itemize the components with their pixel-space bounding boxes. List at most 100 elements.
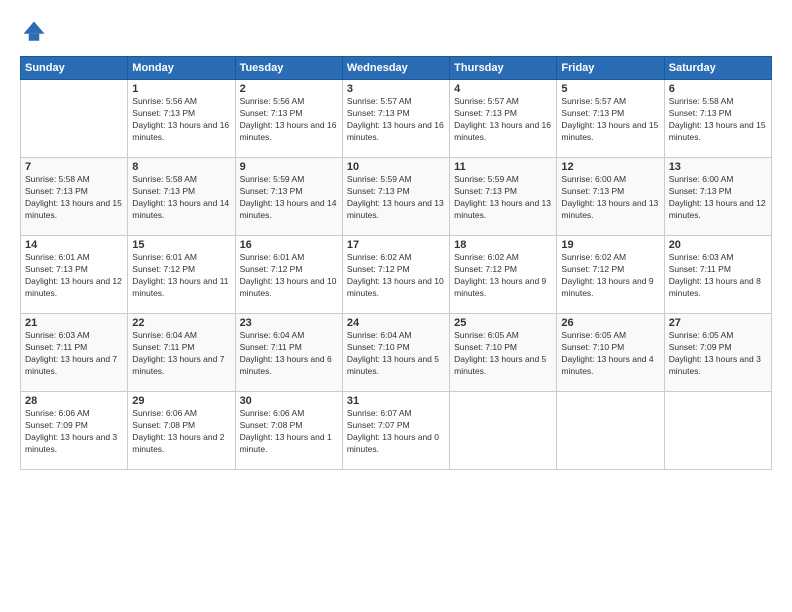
day-number: 28	[25, 395, 123, 407]
day-info: Sunrise: 5:56 AMSunset: 7:13 PMDaylight:…	[132, 96, 229, 142]
calendar-cell: 16 Sunrise: 6:01 AMSunset: 7:12 PMDaylig…	[235, 236, 342, 314]
calendar-cell: 19 Sunrise: 6:02 AMSunset: 7:12 PMDaylig…	[557, 236, 664, 314]
calendar-cell	[557, 392, 664, 470]
logo-icon	[20, 18, 48, 46]
day-number: 30	[240, 395, 338, 407]
day-number: 8	[132, 161, 230, 173]
day-number: 27	[669, 317, 767, 329]
calendar-cell: 10 Sunrise: 5:59 AMSunset: 7:13 PMDaylig…	[342, 158, 449, 236]
day-number: 13	[669, 161, 767, 173]
day-info: Sunrise: 6:06 AMSunset: 7:09 PMDaylight:…	[25, 408, 117, 454]
calendar-cell: 13 Sunrise: 6:00 AMSunset: 7:13 PMDaylig…	[664, 158, 771, 236]
day-info: Sunrise: 5:56 AMSunset: 7:13 PMDaylight:…	[240, 96, 337, 142]
calendar-cell: 20 Sunrise: 6:03 AMSunset: 7:11 PMDaylig…	[664, 236, 771, 314]
day-number: 16	[240, 239, 338, 251]
day-number: 15	[132, 239, 230, 251]
day-info: Sunrise: 5:59 AMSunset: 7:13 PMDaylight:…	[240, 174, 337, 220]
weekday-header-monday: Monday	[128, 57, 235, 80]
day-info: Sunrise: 6:05 AMSunset: 7:10 PMDaylight:…	[454, 330, 546, 376]
weekday-header-saturday: Saturday	[664, 57, 771, 80]
day-number: 17	[347, 239, 445, 251]
calendar-cell	[21, 80, 128, 158]
weekday-header-sunday: Sunday	[21, 57, 128, 80]
logo	[20, 18, 52, 46]
day-info: Sunrise: 6:07 AMSunset: 7:07 PMDaylight:…	[347, 408, 439, 454]
day-info: Sunrise: 6:03 AMSunset: 7:11 PMDaylight:…	[25, 330, 117, 376]
calendar-cell: 21 Sunrise: 6:03 AMSunset: 7:11 PMDaylig…	[21, 314, 128, 392]
day-info: Sunrise: 6:02 AMSunset: 7:12 PMDaylight:…	[347, 252, 444, 298]
day-number: 4	[454, 83, 552, 95]
calendar-cell: 15 Sunrise: 6:01 AMSunset: 7:12 PMDaylig…	[128, 236, 235, 314]
day-info: Sunrise: 6:04 AMSunset: 7:10 PMDaylight:…	[347, 330, 439, 376]
calendar-cell: 4 Sunrise: 5:57 AMSunset: 7:13 PMDayligh…	[450, 80, 557, 158]
calendar-cell: 31 Sunrise: 6:07 AMSunset: 7:07 PMDaylig…	[342, 392, 449, 470]
day-number: 9	[240, 161, 338, 173]
weekday-header-friday: Friday	[557, 57, 664, 80]
calendar-cell: 8 Sunrise: 5:58 AMSunset: 7:13 PMDayligh…	[128, 158, 235, 236]
calendar-cell	[450, 392, 557, 470]
calendar-cell: 12 Sunrise: 6:00 AMSunset: 7:13 PMDaylig…	[557, 158, 664, 236]
weekday-header-thursday: Thursday	[450, 57, 557, 80]
day-info: Sunrise: 6:01 AMSunset: 7:13 PMDaylight:…	[25, 252, 122, 298]
calendar-cell: 29 Sunrise: 6:06 AMSunset: 7:08 PMDaylig…	[128, 392, 235, 470]
day-info: Sunrise: 6:00 AMSunset: 7:13 PMDaylight:…	[561, 174, 658, 220]
day-info: Sunrise: 5:58 AMSunset: 7:13 PMDaylight:…	[132, 174, 229, 220]
day-info: Sunrise: 6:06 AMSunset: 7:08 PMDaylight:…	[132, 408, 224, 454]
calendar-week-2: 7 Sunrise: 5:58 AMSunset: 7:13 PMDayligh…	[21, 158, 772, 236]
day-number: 12	[561, 161, 659, 173]
calendar-cell: 11 Sunrise: 5:59 AMSunset: 7:13 PMDaylig…	[450, 158, 557, 236]
day-info: Sunrise: 6:04 AMSunset: 7:11 PMDaylight:…	[132, 330, 224, 376]
day-number: 2	[240, 83, 338, 95]
day-number: 22	[132, 317, 230, 329]
day-number: 24	[347, 317, 445, 329]
day-info: Sunrise: 6:03 AMSunset: 7:11 PMDaylight:…	[669, 252, 761, 298]
calendar-cell	[664, 392, 771, 470]
calendar-cell: 18 Sunrise: 6:02 AMSunset: 7:12 PMDaylig…	[450, 236, 557, 314]
calendar-week-3: 14 Sunrise: 6:01 AMSunset: 7:13 PMDaylig…	[21, 236, 772, 314]
calendar-cell: 24 Sunrise: 6:04 AMSunset: 7:10 PMDaylig…	[342, 314, 449, 392]
calendar-cell: 17 Sunrise: 6:02 AMSunset: 7:12 PMDaylig…	[342, 236, 449, 314]
calendar-cell: 3 Sunrise: 5:57 AMSunset: 7:13 PMDayligh…	[342, 80, 449, 158]
calendar-cell: 2 Sunrise: 5:56 AMSunset: 7:13 PMDayligh…	[235, 80, 342, 158]
day-info: Sunrise: 6:01 AMSunset: 7:12 PMDaylight:…	[240, 252, 337, 298]
day-info: Sunrise: 6:05 AMSunset: 7:10 PMDaylight:…	[561, 330, 653, 376]
calendar-week-1: 1 Sunrise: 5:56 AMSunset: 7:13 PMDayligh…	[21, 80, 772, 158]
day-number: 21	[25, 317, 123, 329]
calendar-cell: 1 Sunrise: 5:56 AMSunset: 7:13 PMDayligh…	[128, 80, 235, 158]
day-info: Sunrise: 6:02 AMSunset: 7:12 PMDaylight:…	[454, 252, 546, 298]
calendar-cell: 22 Sunrise: 6:04 AMSunset: 7:11 PMDaylig…	[128, 314, 235, 392]
calendar-cell: 6 Sunrise: 5:58 AMSunset: 7:13 PMDayligh…	[664, 80, 771, 158]
day-info: Sunrise: 6:04 AMSunset: 7:11 PMDaylight:…	[240, 330, 332, 376]
calendar-cell: 25 Sunrise: 6:05 AMSunset: 7:10 PMDaylig…	[450, 314, 557, 392]
calendar-cell: 14 Sunrise: 6:01 AMSunset: 7:13 PMDaylig…	[21, 236, 128, 314]
day-number: 6	[669, 83, 767, 95]
calendar-cell: 9 Sunrise: 5:59 AMSunset: 7:13 PMDayligh…	[235, 158, 342, 236]
calendar-cell: 23 Sunrise: 6:04 AMSunset: 7:11 PMDaylig…	[235, 314, 342, 392]
day-info: Sunrise: 5:59 AMSunset: 7:13 PMDaylight:…	[347, 174, 444, 220]
day-number: 31	[347, 395, 445, 407]
day-number: 7	[25, 161, 123, 173]
day-info: Sunrise: 6:02 AMSunset: 7:12 PMDaylight:…	[561, 252, 653, 298]
day-info: Sunrise: 5:57 AMSunset: 7:13 PMDaylight:…	[454, 96, 551, 142]
calendar-cell: 26 Sunrise: 6:05 AMSunset: 7:10 PMDaylig…	[557, 314, 664, 392]
weekday-header-wednesday: Wednesday	[342, 57, 449, 80]
day-number: 29	[132, 395, 230, 407]
calendar-cell: 30 Sunrise: 6:06 AMSunset: 7:08 PMDaylig…	[235, 392, 342, 470]
weekday-header-tuesday: Tuesday	[235, 57, 342, 80]
weekday-header-row: SundayMondayTuesdayWednesdayThursdayFrid…	[21, 57, 772, 80]
day-info: Sunrise: 5:58 AMSunset: 7:13 PMDaylight:…	[25, 174, 122, 220]
day-number: 5	[561, 83, 659, 95]
day-info: Sunrise: 6:00 AMSunset: 7:13 PMDaylight:…	[669, 174, 766, 220]
calendar-week-4: 21 Sunrise: 6:03 AMSunset: 7:11 PMDaylig…	[21, 314, 772, 392]
day-number: 3	[347, 83, 445, 95]
day-number: 14	[25, 239, 123, 251]
day-number: 26	[561, 317, 659, 329]
day-number: 20	[669, 239, 767, 251]
day-number: 19	[561, 239, 659, 251]
day-info: Sunrise: 5:57 AMSunset: 7:13 PMDaylight:…	[561, 96, 658, 142]
page: SundayMondayTuesdayWednesdayThursdayFrid…	[0, 0, 792, 612]
header	[20, 18, 772, 46]
calendar-cell: 27 Sunrise: 6:05 AMSunset: 7:09 PMDaylig…	[664, 314, 771, 392]
calendar-cell: 28 Sunrise: 6:06 AMSunset: 7:09 PMDaylig…	[21, 392, 128, 470]
calendar-cell: 7 Sunrise: 5:58 AMSunset: 7:13 PMDayligh…	[21, 158, 128, 236]
